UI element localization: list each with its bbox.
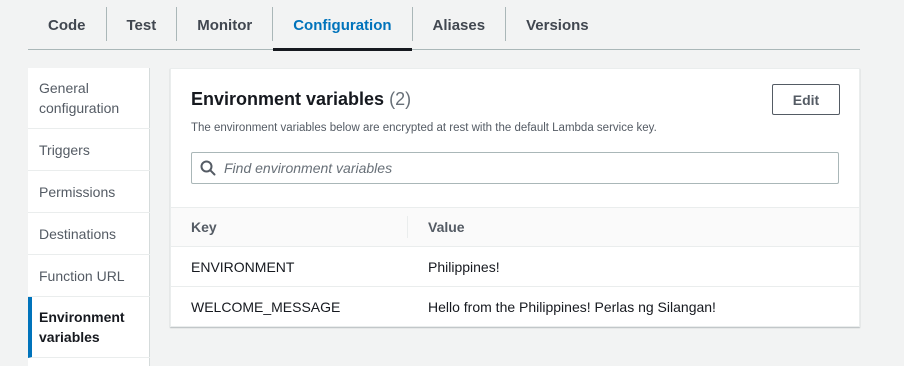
- edit-button[interactable]: Edit: [772, 84, 840, 115]
- tab-code[interactable]: Code: [28, 0, 106, 50]
- panel-description: The environment variables below are encr…: [191, 122, 657, 134]
- variable-count: (2): [389, 89, 412, 109]
- tab-aliases[interactable]: Aliases: [413, 0, 506, 50]
- tab-test[interactable]: Test: [107, 0, 177, 50]
- variable-key: WELCOME_MESSAGE: [191, 299, 341, 315]
- table-header: Key Value: [171, 207, 859, 247]
- table-row: ENVIRONMENT Philippines!: [171, 247, 859, 287]
- tab-monitor[interactable]: Monitor: [177, 0, 272, 50]
- column-header-value[interactable]: Value: [408, 219, 465, 235]
- env-variables-table: Key Value ENVIRONMENT Philippines! WELCO…: [171, 207, 859, 327]
- column-header-key[interactable]: Key: [171, 216, 408, 238]
- panel-title-text: Environment variables: [191, 89, 385, 109]
- variable-value: Philippines!: [428, 258, 500, 275]
- tab-configuration[interactable]: Configuration: [273, 0, 412, 51]
- tab-versions[interactable]: Versions: [506, 0, 609, 50]
- nav-item-function-url[interactable]: Function URL: [28, 255, 150, 297]
- variable-key: ENVIRONMENT: [191, 258, 295, 275]
- configuration-side-nav: General configuration Triggers Permissio…: [28, 68, 150, 366]
- panel-title: Environment variables (2): [191, 89, 411, 110]
- search-input[interactable]: [224, 154, 838, 182]
- nav-item-destinations[interactable]: Destinations: [28, 213, 150, 255]
- nav-item-environment-variables[interactable]: Environment variables: [28, 297, 150, 358]
- search-icon: [192, 153, 224, 183]
- nav-item-general-configuration[interactable]: General configuration: [28, 68, 150, 129]
- search-field[interactable]: [191, 152, 839, 184]
- nav-item-triggers[interactable]: Triggers: [28, 129, 150, 171]
- tab-bar: Code Test Monitor Configuration Aliases …: [28, 0, 860, 51]
- variable-value: Hello from the Philippines! Perlas ng Si…: [428, 299, 716, 315]
- nav-item-permissions[interactable]: Permissions: [28, 171, 150, 213]
- lambda-configuration-view: Code Test Monitor Configuration Aliases …: [0, 0, 904, 366]
- environment-variables-panel: Environment variables (2) The environment…: [170, 68, 860, 327]
- table-row: WELCOME_MESSAGE Hello from the Philippin…: [171, 287, 859, 327]
